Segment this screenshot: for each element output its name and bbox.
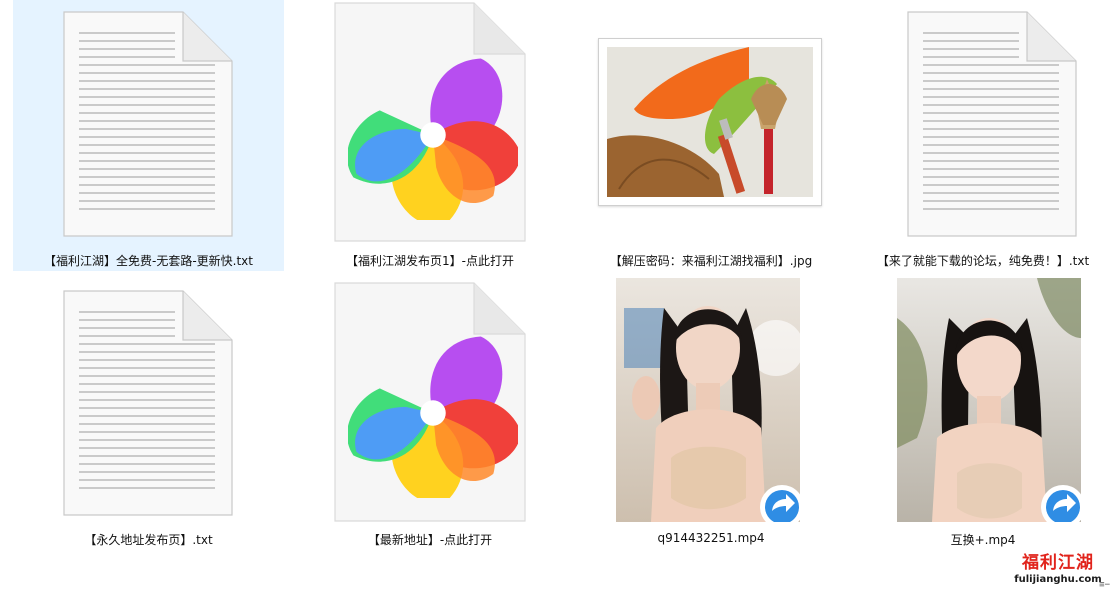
file-name: 【永久地址发布页】.txt (84, 533, 213, 547)
file-name: 【解压密码：来福利江湖找福利】.jpg (609, 254, 813, 268)
file-tile[interactable]: 互换+.mp4 (855, 276, 1111, 551)
watermark-url: fulijianghu.com (1014, 574, 1102, 585)
paint-brush-image-thumbnail (598, 38, 822, 206)
video-thumbnail (616, 278, 800, 522)
watermark-title: 福利江湖 (1022, 553, 1094, 573)
file-name: 【福利江湖发布页1】-点此打开 (346, 254, 514, 268)
file-name: 【福利江湖】全免费-无套路-更新快.txt (44, 254, 253, 268)
file-tile[interactable]: 【来了就能下载的论坛，纯免费！】.txt (855, 0, 1111, 271)
file-tile[interactable]: 【永久地址发布页】.txt (13, 280, 284, 551)
share-arrow-icon (759, 484, 800, 522)
file-tile[interactable]: 【福利江湖发布页1】-点此打开 (290, 0, 570, 271)
file-tile[interactable]: 【解压密码：来福利江湖找福利】.jpg (578, 0, 844, 271)
file-tile[interactable]: q914432251.mp4 (578, 276, 844, 551)
file-name: 【最新地址】-点此打开 (367, 533, 493, 547)
video-thumbnail (897, 278, 1081, 522)
360-browser-document-icon (334, 2, 526, 242)
share-arrow-icon (1040, 484, 1081, 522)
file-name: 互换+.mp4 (950, 533, 1016, 547)
text-document-icon (63, 11, 233, 237)
file-name: q914432251.mp4 (657, 531, 765, 545)
view-toggle-icon[interactable]: ≡− (1099, 580, 1110, 590)
text-document-icon (907, 11, 1077, 237)
file-tile[interactable]: 【最新地址】-点此打开 (290, 280, 570, 551)
watermark-logo: 福利江湖 fulijianghu.com (1010, 548, 1106, 588)
360-browser-document-icon (334, 282, 526, 522)
file-name: 【来了就能下载的论坛，纯免费！】.txt (876, 254, 1090, 268)
text-document-icon (63, 290, 233, 516)
file-tile[interactable]: 【福利江湖】全免费-无套路-更新快.txt (13, 0, 284, 271)
